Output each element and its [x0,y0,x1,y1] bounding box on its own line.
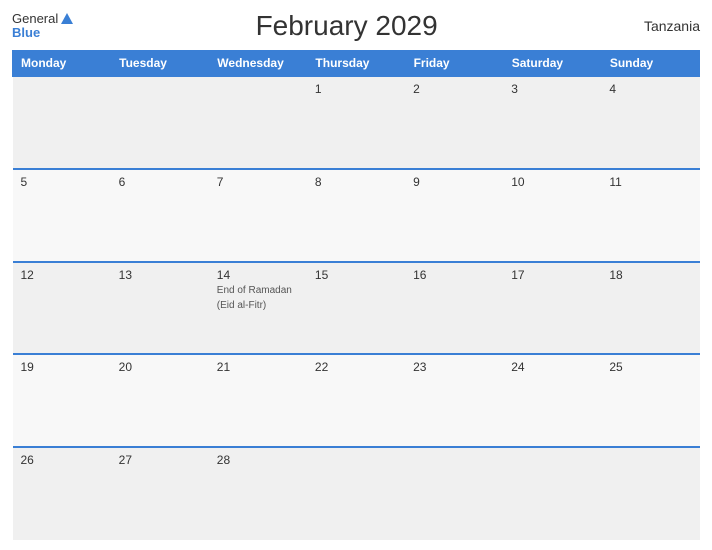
day-cell: 4 [601,76,699,169]
week-row-1: 5 6 7 8 9 10 11 [13,169,700,262]
day-cell: 28 [209,447,307,540]
logo-triangle-icon [61,13,73,24]
day-number: 3 [511,82,593,96]
day-number: 21 [217,360,299,374]
day-cell: 8 [307,169,405,262]
day-number: 2 [413,82,495,96]
weekday-header-row: Monday Tuesday Wednesday Thursday Friday… [13,51,700,77]
day-cell [111,76,209,169]
day-cell: 13 [111,262,209,355]
day-number: 9 [413,175,495,189]
day-cell: 26 [13,447,111,540]
day-number: 10 [511,175,593,189]
day-cell [405,447,503,540]
day-number: 8 [315,175,397,189]
day-cell: 14 End of Ramadan (Eid al-Fitr) [209,262,307,355]
day-number: 22 [315,360,397,374]
day-cell: 1 [307,76,405,169]
day-number: 13 [119,268,201,282]
day-number: 24 [511,360,593,374]
day-cell [13,76,111,169]
day-cell: 24 [503,354,601,447]
day-number: 19 [21,360,103,374]
day-cell [307,447,405,540]
day-number: 25 [609,360,691,374]
day-event: End of Ramadan (Eid al-Fitr) [217,285,292,311]
day-cell: 27 [111,447,209,540]
day-cell: 18 [601,262,699,355]
day-number: 18 [609,268,691,282]
day-number: 26 [21,453,103,467]
calendar-table: Monday Tuesday Wednesday Thursday Friday… [12,50,700,540]
header-thursday: Thursday [307,51,405,77]
day-cell: 15 [307,262,405,355]
day-cell: 17 [503,262,601,355]
day-cell: 22 [307,354,405,447]
day-cell: 21 [209,354,307,447]
country-label: Tanzania [620,18,700,34]
day-cell: 10 [503,169,601,262]
day-cell: 3 [503,76,601,169]
day-number: 27 [119,453,201,467]
day-cell: 23 [405,354,503,447]
day-cell: 11 [601,169,699,262]
day-number: 15 [315,268,397,282]
day-cell: 20 [111,354,209,447]
week-row-0: 1 2 3 4 [13,76,700,169]
day-cell: 19 [13,354,111,447]
day-cell: 16 [405,262,503,355]
day-number: 16 [413,268,495,282]
day-cell: 9 [405,169,503,262]
day-cell: 5 [13,169,111,262]
week-row-3: 19 20 21 22 23 24 25 [13,354,700,447]
day-number: 14 [217,268,299,282]
calendar-page: General Blue February 2029 Tanzania Mond… [0,0,712,550]
day-cell: 25 [601,354,699,447]
day-cell: 6 [111,169,209,262]
week-row-2: 12 13 14 End of Ramadan (Eid al-Fitr) 15 16 17… [13,262,700,355]
day-number: 4 [609,82,691,96]
week-row-4: 26 27 28 [13,447,700,540]
day-number: 20 [119,360,201,374]
header-sunday: Sunday [601,51,699,77]
day-cell [601,447,699,540]
day-cell: 2 [405,76,503,169]
day-cell [503,447,601,540]
logo-general: General [12,12,58,26]
header-wednesday: Wednesday [209,51,307,77]
calendar-header: General Blue February 2029 Tanzania [12,10,700,42]
day-number: 23 [413,360,495,374]
calendar-title: February 2029 [73,10,620,42]
header-friday: Friday [405,51,503,77]
header-saturday: Saturday [503,51,601,77]
day-number: 28 [217,453,299,467]
day-number: 12 [21,268,103,282]
day-number: 7 [217,175,299,189]
day-number: 1 [315,82,397,96]
header-monday: Monday [13,51,111,77]
day-number: 5 [21,175,103,189]
logo-blue: Blue [12,26,40,40]
day-number: 11 [609,175,691,189]
logo: General Blue [12,12,73,41]
day-cell: 12 [13,262,111,355]
day-cell: 7 [209,169,307,262]
header-tuesday: Tuesday [111,51,209,77]
day-cell [209,76,307,169]
day-number: 17 [511,268,593,282]
day-number: 6 [119,175,201,189]
